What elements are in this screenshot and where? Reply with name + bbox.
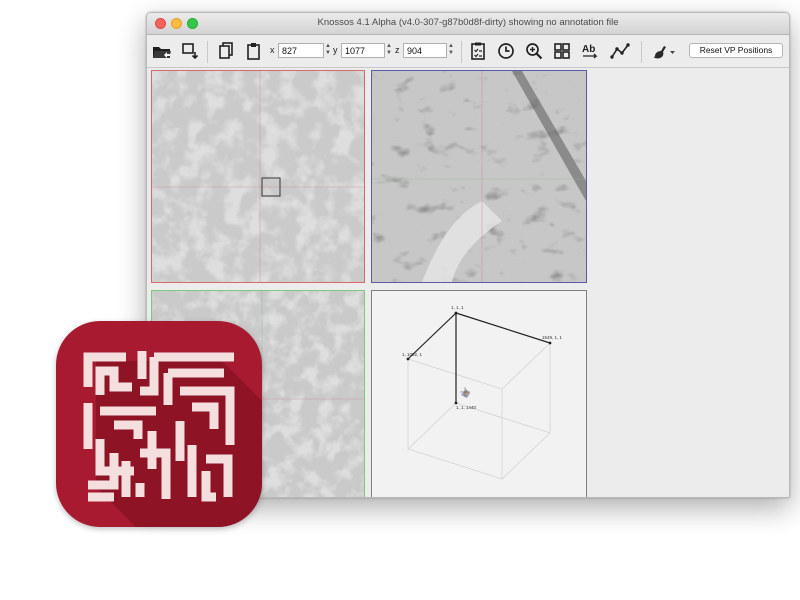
skeleton-line-icon[interactable] bbox=[609, 41, 631, 61]
x-coordinate-stepper[interactable]: ▲ ▼ bbox=[324, 43, 332, 58]
skeleton-y-axis-label: 1, 1092, 1 bbox=[402, 352, 423, 357]
open-folder-icon[interactable] bbox=[151, 41, 173, 61]
clock-icon[interactable] bbox=[495, 41, 517, 61]
x-coordinate-label: x bbox=[270, 45, 275, 55]
skeleton-origin-label: 1, 1, 1 bbox=[451, 305, 464, 310]
save-dropdown-icon[interactable] bbox=[179, 41, 201, 61]
copy-icon[interactable] bbox=[215, 41, 237, 61]
skeleton-3d-view: 1, 1, 1 1549, 1, 1 1, 1092, 1 1, 1, 1440 bbox=[402, 305, 563, 480]
toolbar-separator bbox=[207, 41, 208, 63]
skeleton-x-axis-label: 1549, 1, 1 bbox=[542, 335, 563, 340]
knossos-app-icon bbox=[56, 321, 262, 527]
cross-section-marker bbox=[460, 387, 470, 398]
viewport-skeleton-3d[interactable]: 1, 1, 1 1549, 1, 1 1, 1092, 1 1, 1, 1440 bbox=[371, 290, 587, 497]
toolbar: x 827 ▲ ▼ y 1077 ▲ ▼ z 904 ▲ ▼ Ab Reset … bbox=[147, 35, 789, 68]
zoom-icon[interactable] bbox=[523, 41, 545, 61]
viewport-xz[interactable] bbox=[371, 70, 587, 283]
viewport-xy[interactable] bbox=[151, 70, 365, 283]
title-bar[interactable]: Knossos 4.1 Alpha (v4.0-307-g87b0d8f-dir… bbox=[147, 13, 789, 35]
brush-icon[interactable] bbox=[649, 41, 677, 61]
reset-vp-positions-button[interactable]: Reset VP Positions bbox=[689, 43, 783, 58]
window-title: Knossos 4.1 Alpha (v4.0-307-g87b0d8f-dir… bbox=[317, 17, 619, 28]
skeleton-z-axis-label: 1, 1, 1440 bbox=[456, 405, 477, 410]
y-coordinate-label: y bbox=[333, 45, 338, 55]
paste-icon[interactable] bbox=[243, 41, 265, 61]
text-ab-icon[interactable]: Ab bbox=[579, 41, 601, 61]
y-coordinate-field[interactable]: 1077 bbox=[341, 43, 385, 58]
em-image-xy bbox=[152, 71, 364, 282]
grid-icon[interactable] bbox=[551, 41, 573, 61]
svg-text:Ab: Ab bbox=[582, 44, 595, 55]
z-coordinate-label: z bbox=[395, 45, 400, 55]
z-coordinate-field[interactable]: 904 bbox=[403, 43, 447, 58]
z-coordinate-stepper[interactable]: ▲ ▼ bbox=[447, 43, 455, 58]
toolbar-separator bbox=[641, 41, 642, 63]
task-clipboard-icon[interactable] bbox=[467, 41, 489, 61]
x-coordinate-field[interactable]: 827 bbox=[278, 43, 324, 58]
em-image-xz bbox=[372, 71, 586, 282]
y-coordinate-stepper[interactable]: ▲ ▼ bbox=[385, 43, 393, 58]
toolbar-separator bbox=[461, 41, 462, 63]
